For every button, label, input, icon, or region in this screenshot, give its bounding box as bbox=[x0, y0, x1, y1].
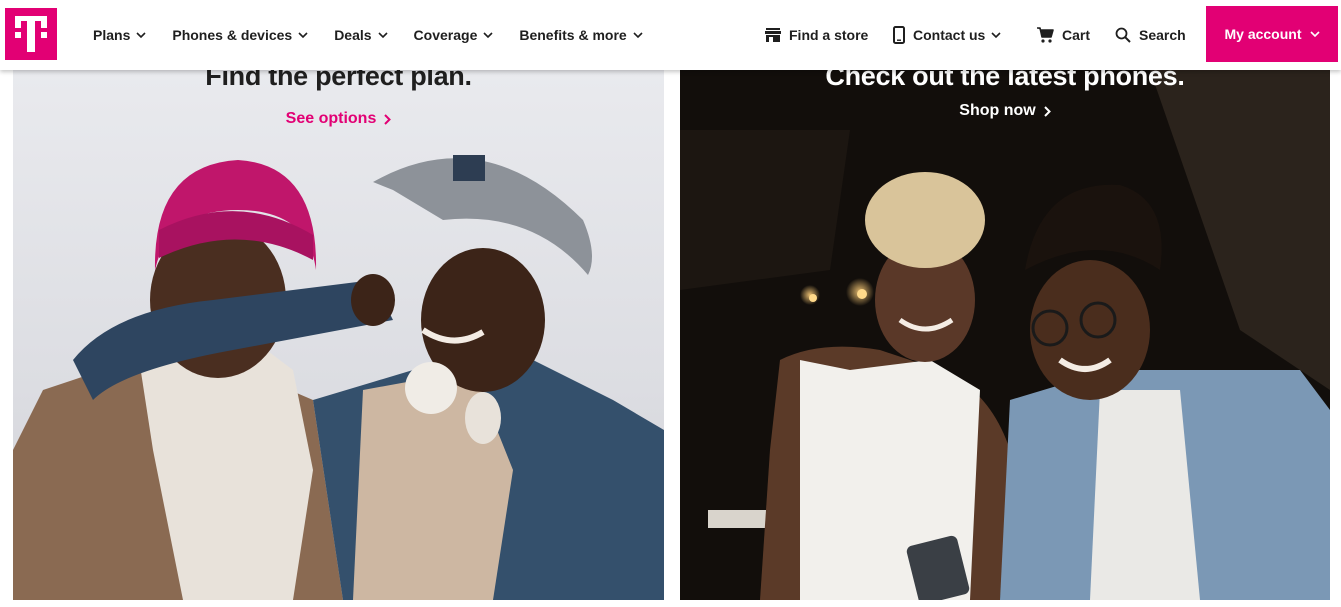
chevron-down-icon bbox=[483, 31, 493, 38]
utility-search: Search bbox=[1115, 0, 1186, 70]
chevron-down-icon bbox=[377, 31, 388, 38]
shop-now-link[interactable]: Shop now bbox=[680, 102, 1330, 120]
nav-item-plans[interactable]: Plans bbox=[93, 0, 146, 70]
site-header: Plans Phones & devices Deals Coverage Be… bbox=[0, 0, 1341, 70]
nav-item-label: Phones & devices bbox=[172, 27, 293, 43]
utility-find-store: Find a store bbox=[765, 0, 868, 70]
nav-item-label: Plans bbox=[93, 27, 131, 43]
promo-card-phones[interactable]: Check out the latest phones. Shop now bbox=[680, 70, 1330, 600]
chevron-right-icon bbox=[384, 113, 392, 125]
search-label: Search bbox=[1139, 27, 1186, 43]
chevron-right-icon bbox=[1044, 105, 1051, 117]
chevron-down-icon bbox=[1309, 30, 1320, 37]
t-logo-icon bbox=[15, 16, 47, 52]
see-options-link[interactable]: See options bbox=[13, 110, 664, 128]
promo-title: Find the perfect plan. bbox=[205, 70, 472, 91]
nav-item-benefits[interactable]: Benefits & more bbox=[519, 0, 643, 70]
primary-nav: Plans Phones & devices Deals Coverage Be… bbox=[93, 0, 669, 70]
my-account-button[interactable]: My account bbox=[1206, 6, 1338, 62]
phone-icon bbox=[893, 26, 905, 44]
chevron-down-icon bbox=[633, 31, 643, 38]
promo-card-plans[interactable]: Find the perfect plan. See options bbox=[13, 70, 664, 600]
store-icon bbox=[765, 28, 781, 42]
cart-link[interactable]: Cart bbox=[1037, 0, 1090, 70]
utility-contact: Contact us bbox=[893, 0, 1009, 70]
contact-us-label: Contact us bbox=[913, 27, 986, 43]
cta-label: Shop now bbox=[959, 102, 1036, 119]
chevron-down-icon bbox=[298, 31, 308, 38]
nav-item-deals[interactable]: Deals bbox=[334, 0, 388, 70]
utility-cart: Cart bbox=[1037, 0, 1090, 70]
chevron-down-icon bbox=[136, 31, 146, 38]
cart-label: Cart bbox=[1062, 27, 1091, 43]
nav-item-label: Deals bbox=[334, 27, 372, 43]
promo-title: Check out the latest phones. bbox=[825, 70, 1185, 91]
find-store-label: Find a store bbox=[789, 27, 869, 43]
promo-image-friends bbox=[13, 155, 664, 600]
search-icon bbox=[1115, 27, 1131, 43]
find-store-link[interactable]: Find a store bbox=[765, 0, 868, 70]
my-account-label: My account bbox=[1224, 26, 1302, 42]
t-mobile-logo[interactable] bbox=[5, 8, 57, 60]
search-link[interactable]: Search bbox=[1115, 0, 1186, 70]
nav-item-label: Benefits & more bbox=[519, 27, 627, 43]
promo-image-couple bbox=[680, 70, 1330, 600]
nav-item-phones-devices[interactable]: Phones & devices bbox=[172, 0, 308, 70]
nav-item-label: Coverage bbox=[413, 27, 478, 43]
chevron-down-icon bbox=[991, 31, 1001, 38]
cta-label: See options bbox=[285, 110, 377, 127]
cart-icon bbox=[1037, 27, 1054, 43]
nav-item-coverage[interactable]: Coverage bbox=[414, 0, 494, 70]
contact-us-link[interactable]: Contact us bbox=[893, 0, 1009, 70]
